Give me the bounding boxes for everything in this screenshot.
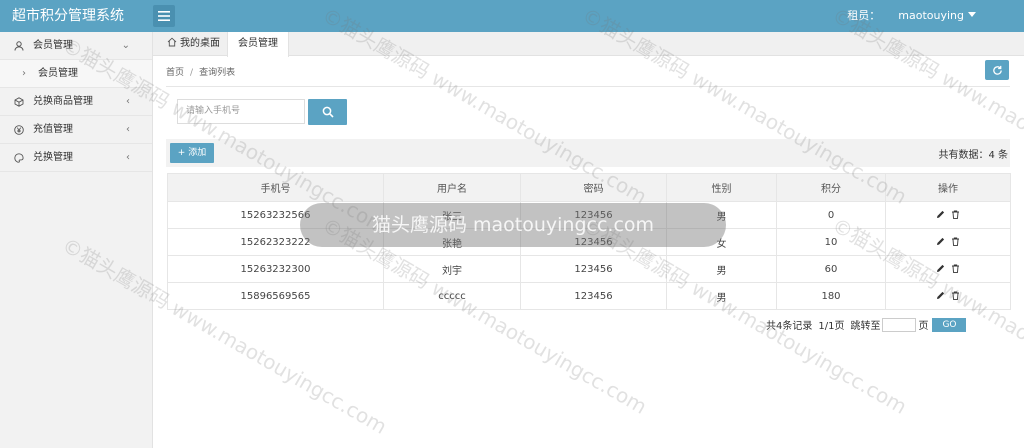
go-button[interactable]: GO xyxy=(932,317,967,332)
refresh-button[interactable] xyxy=(985,60,1009,80)
cell-points: 10 xyxy=(776,228,886,256)
page-count: 1/1页 xyxy=(818,321,845,332)
app-title: 超市积分管理系统 xyxy=(12,8,124,24)
sidebar-item-label: 会员管理 xyxy=(38,68,78,79)
cell-phone: 15263232300 xyxy=(167,255,384,283)
tab-bar: 我的桌面 会员管理 xyxy=(153,32,1024,57)
record-count: 共4条记录 xyxy=(766,321,813,332)
breadcrumb-home[interactable]: 首页 xyxy=(166,68,184,78)
total-count: 共有数据：4 条 xyxy=(938,150,1008,161)
cell-password: 123456 xyxy=(520,282,667,310)
palette-icon xyxy=(14,153,24,163)
edit-icon[interactable] xyxy=(936,237,945,246)
sidebar-item-exchange-goods[interactable]: 兑换商品管理 ‹ xyxy=(0,88,152,116)
breadcrumb-current: 查询列表 xyxy=(199,68,236,78)
trash-icon[interactable] xyxy=(951,264,960,273)
column-header-points: 积分 xyxy=(776,173,886,202)
tab-my-desktop[interactable]: 我的桌面 xyxy=(157,32,230,56)
sidebar-item-label: 兑换商品管理 xyxy=(33,96,93,107)
sidebar-item-label: 会员管理 xyxy=(33,40,73,51)
add-button[interactable]: + 添加 xyxy=(170,143,214,163)
search-icon xyxy=(322,106,334,118)
user-icon xyxy=(14,41,24,51)
sidebar-item-exchange[interactable]: 兑换管理 ‹ xyxy=(0,144,152,172)
hamburger-icon xyxy=(158,11,170,21)
username[interactable]: maotouying xyxy=(898,9,964,22)
tab-label: 我的桌面 xyxy=(180,38,220,49)
jump-label: 跳转至 xyxy=(850,321,881,332)
pagination: 共4条记录 1/1页 跳转至 页 GO xyxy=(766,317,967,332)
sidebar-item-member-management[interactable]: 会员管理 ⌄ xyxy=(0,32,152,60)
cell-password: 123456 xyxy=(520,255,667,283)
page-unit-label: 页 xyxy=(918,321,929,332)
cell-actions xyxy=(885,282,1011,310)
home-icon xyxy=(167,37,177,47)
column-header-username: 用户名 xyxy=(383,173,521,202)
cell-points: 180 xyxy=(776,282,886,310)
top-bar: 超市积分管理系统 租员： maotouying xyxy=(0,0,1024,32)
cell-actions xyxy=(885,228,1011,256)
user-menu[interactable]: 租员： maotouying xyxy=(847,0,976,32)
sidebar-subitem-member-management[interactable]: › 会员管理 xyxy=(0,60,152,88)
sidebar: 会员管理 ⌄ › 会员管理 兑换商品管理 ‹ 充值管理 ‹ 兑换管理 ‹ xyxy=(0,32,153,448)
column-header-password: 密码 xyxy=(520,173,667,202)
user-label: 租员： xyxy=(847,9,881,22)
sidebar-item-label: 充值管理 xyxy=(33,124,73,135)
sidebar-item-recharge[interactable]: 充值管理 ‹ xyxy=(0,116,152,144)
sidebar-item-label: 兑换管理 xyxy=(33,152,73,163)
trash-icon[interactable] xyxy=(951,210,960,219)
table-row: 15263232300 刘宇 123456 男 60 xyxy=(167,255,1011,283)
jump-page-input[interactable] xyxy=(882,317,917,332)
list-toolbar: + 添加 共有数据：4 条 xyxy=(166,139,1010,167)
phone-search-input[interactable]: 请输入手机号 xyxy=(177,99,305,124)
tab-member-management[interactable]: 会员管理 xyxy=(227,32,289,57)
breadcrumb-separator: / xyxy=(190,68,194,78)
column-header-phone: 手机号 xyxy=(167,173,384,202)
column-header-gender: 性别 xyxy=(666,173,777,202)
divider xyxy=(166,86,1010,87)
chevron-left-icon: ‹ xyxy=(126,96,130,107)
cell-actions xyxy=(885,201,1011,229)
cell-username: ccccc xyxy=(383,282,521,310)
edit-icon[interactable] xyxy=(936,210,945,219)
edit-icon[interactable] xyxy=(936,264,945,273)
cell-points: 60 xyxy=(776,255,886,283)
cell-gender: 男 xyxy=(666,282,777,310)
cell-actions xyxy=(885,255,1011,283)
cell-points: 0 xyxy=(776,201,886,229)
refresh-icon xyxy=(992,65,1002,75)
cube-icon xyxy=(14,97,24,107)
caret-down-icon[interactable] xyxy=(968,11,976,17)
table-row: 15896569565 ccccc 123456 男 180 xyxy=(167,282,1011,310)
cell-gender: 男 xyxy=(666,255,777,283)
chevron-right-icon: › xyxy=(22,68,26,79)
chevron-left-icon: ‹ xyxy=(126,152,130,163)
trash-icon[interactable] xyxy=(951,237,960,246)
yen-icon xyxy=(14,125,24,135)
table-header-row: 手机号 用户名 密码 性别 积分 操作 xyxy=(167,173,1011,202)
cell-username: 刘宇 xyxy=(383,255,521,283)
watermark-banner: 猫头鹰源码 maotouyingcc.com xyxy=(300,203,726,247)
tab-label: 会员管理 xyxy=(238,38,278,49)
trash-icon[interactable] xyxy=(951,291,960,300)
chevron-left-icon: ‹ xyxy=(126,124,130,135)
search-button[interactable] xyxy=(308,99,347,125)
cell-phone: 15896569565 xyxy=(167,282,384,310)
breadcrumb: 首页 / 查询列表 xyxy=(166,65,235,78)
menu-toggle-button[interactable] xyxy=(153,5,175,27)
chevron-down-icon: ⌄ xyxy=(121,40,130,51)
edit-icon[interactable] xyxy=(936,291,945,300)
column-header-actions: 操作 xyxy=(885,173,1011,202)
